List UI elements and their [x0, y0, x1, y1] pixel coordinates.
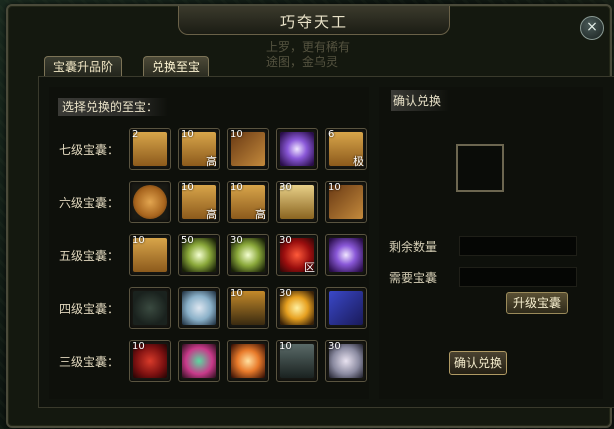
background-text-fragment: 上罗，更有稀有 途图，金乌灵 [266, 40, 356, 76]
item-count: 30 [279, 288, 292, 299]
tab-content: 选择兑换的至宝： 七级宝囊： 2 10 高 10 6 极六级宝囊： 10 高 10 高 30 10 五级宝… [38, 76, 614, 408]
treasure-item-slot[interactable]: 2 [129, 128, 171, 170]
item-count: 10 [181, 182, 194, 193]
treasure-item-slot[interactable]: 10 高 [178, 128, 220, 170]
item-count: 10 [181, 129, 194, 140]
close-icon[interactable]: × [580, 16, 604, 40]
row-tier-label: 三级宝囊： [59, 355, 120, 369]
item-count: 10 [230, 182, 243, 193]
selection-heading: 选择兑换的至宝： [58, 98, 169, 116]
selected-item-slot[interactable] [456, 144, 504, 192]
vase-icon [182, 291, 216, 325]
item-grade-tag: 高 [206, 155, 217, 168]
treasure-item-slot[interactable] [325, 234, 367, 276]
treasure-row: 四级宝囊： 10 30 [59, 287, 369, 331]
shell-icon [133, 185, 167, 219]
confirm-heading: 确认兑换 [391, 90, 450, 111]
item-count: 10 [328, 182, 341, 193]
confirm-panel: 确认兑换 剩余数量 需要宝囊 升级宝囊 确认兑换 [379, 87, 603, 399]
treasure-item-slot[interactable] [276, 128, 318, 170]
treasure-item-slot[interactable]: 30 [227, 234, 269, 276]
treasure-row: 三级宝囊： 10 10 30 [59, 340, 369, 384]
treasure-item-slot[interactable]: 30 区 [276, 234, 318, 276]
upgrade-pouch-button[interactable]: 升级宝囊 [506, 292, 569, 314]
row-tier-label: 六级宝囊： [59, 196, 120, 210]
treasure-item-slot[interactable] [129, 181, 171, 223]
row-tier-label: 四级宝囊： [59, 302, 120, 316]
fragment-line-1: 上罗，更有稀有 [266, 40, 351, 54]
treasure-item-slot[interactable] [227, 340, 269, 382]
tab-upgrade-pouch[interactable]: 宝囊升品阶 [44, 56, 123, 77]
treasure-item-slot[interactable]: 10 [129, 234, 171, 276]
item-grade-tag: 高 [255, 208, 266, 221]
treasure-row: 五级宝囊： 10 50 30 30 区 [59, 234, 369, 278]
treasure-item-slot[interactable]: 30 [325, 340, 367, 382]
required-label: 需要宝囊 [389, 271, 438, 285]
item-count: 30 [230, 235, 243, 246]
fragment-line-2: 途图，金乌灵 [266, 55, 339, 69]
treasure-item-slot[interactable]: 10 高 [227, 181, 269, 223]
treasure-item-slot[interactable]: 30 [276, 287, 318, 329]
purple-orb-icon [329, 238, 363, 272]
treasure-item-slot[interactable] [178, 287, 220, 329]
treasure-item-slot[interactable]: 10 [276, 340, 318, 382]
item-count: 30 [328, 341, 341, 352]
globe-icon [182, 344, 216, 378]
confirm-exchange-button[interactable]: 确认兑换 [449, 351, 508, 375]
item-count: 10 [230, 288, 243, 299]
treasure-selection-panel: 选择兑换的至宝： 七级宝囊： 2 10 高 10 6 极六级宝囊： 10 高 10 高 30 10 五级宝… [49, 87, 369, 399]
item-count: 6 [328, 129, 335, 140]
blue-chest-icon [329, 291, 363, 325]
treasure-item-slot[interactable]: 10 [227, 128, 269, 170]
row-tier-label: 五级宝囊： [59, 249, 120, 263]
window-title: 巧夺天工 [279, 13, 348, 31]
item-grade-tag: 极 [353, 155, 364, 168]
treasure-item-slot[interactable] [129, 287, 171, 329]
item-count: 10 [132, 341, 145, 352]
remaining-value-field [459, 236, 577, 256]
item-count: 10 [132, 235, 145, 246]
treasure-item-slot[interactable]: 30 [276, 181, 318, 223]
required-value-field [459, 267, 577, 287]
treasure-item-slot[interactable]: 50 [178, 234, 220, 276]
treasure-item-slot[interactable]: 10 [227, 287, 269, 329]
exchange-window: 巧夺天工 × 上罗，更有稀有 途图，金乌灵 宝囊升品阶 兑换至宝 选择兑换的至宝… [6, 4, 614, 428]
item-count: 50 [181, 235, 194, 246]
purple-orb-icon [280, 132, 314, 166]
tab-exchange-treasure[interactable]: 兑换至宝 [143, 56, 210, 77]
remaining-label: 剩余数量 [389, 240, 438, 254]
treasure-item-slot[interactable] [325, 287, 367, 329]
treasure-item-slot[interactable]: 10 [325, 181, 367, 223]
treasure-item-slot[interactable]: 6极 [325, 128, 367, 170]
treasure-row: 六级宝囊： 10 高 10 高 30 10 [59, 181, 369, 225]
treasure-item-slot[interactable] [178, 340, 220, 382]
treasure-item-slot[interactable]: 10 [129, 340, 171, 382]
item-count: 10 [230, 129, 243, 140]
row-tier-label: 七级宝囊： [59, 143, 120, 157]
title-bar[interactable]: 巧夺天工 [178, 6, 450, 35]
item-count: 10 [279, 341, 292, 352]
dark-bird-icon [133, 291, 167, 325]
item-grade-tag: 高 [206, 208, 217, 221]
game-scene: 巧夺天工 × 上罗，更有稀有 途图，金乌灵 宝囊升品阶 兑换至宝 选择兑换的至宝… [0, 0, 614, 429]
treasure-row: 七级宝囊： 2 10 高 10 6 极 [59, 128, 369, 172]
item-count: 30 [279, 235, 292, 246]
treasure-item-slot[interactable]: 10 高 [178, 181, 220, 223]
item-count: 30 [279, 182, 292, 193]
item-count: 2 [132, 129, 139, 140]
flame-icon [231, 344, 265, 378]
item-grade-tag: 区 [304, 261, 315, 274]
